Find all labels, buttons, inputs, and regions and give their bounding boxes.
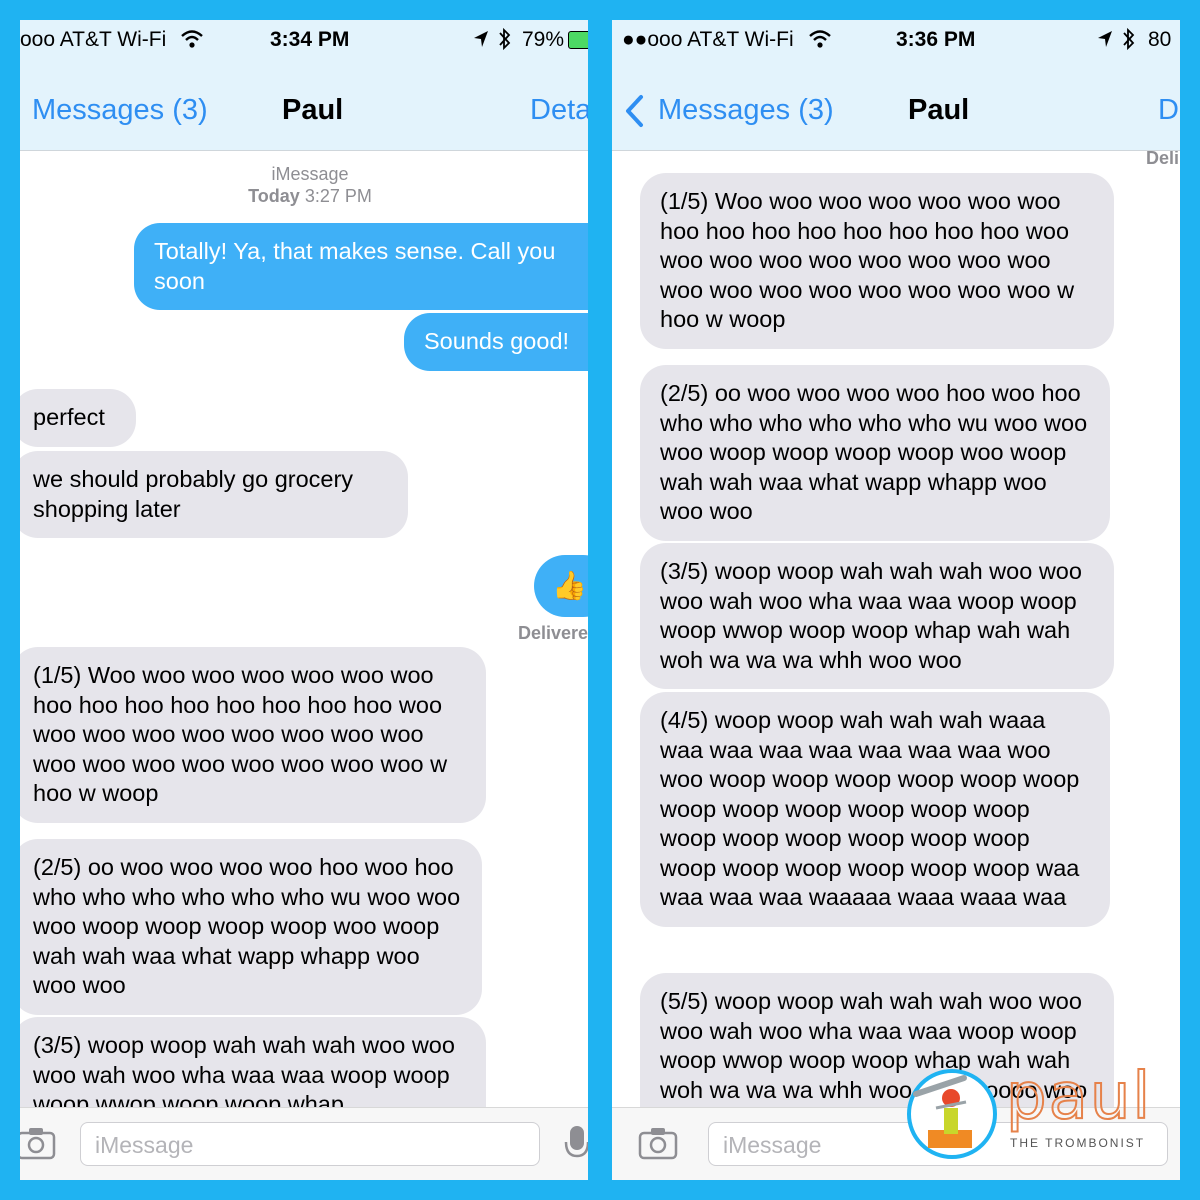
logo-tagline: THE TROMBONIST — [1010, 1136, 1146, 1150]
delivered-label: Deli — [1146, 151, 1180, 168]
time-label: 3:27 PM — [304, 186, 372, 206]
microphone-icon[interactable] — [564, 1124, 588, 1162]
chevron-left-icon[interactable] — [624, 94, 644, 128]
details-button[interactable]: Deta — [530, 94, 588, 127]
trombonist-avatar-icon — [907, 1069, 997, 1159]
battery-percent: 79% — [522, 28, 565, 51]
location-arrow-icon — [474, 31, 488, 47]
camera-icon[interactable] — [20, 1126, 56, 1160]
camera-icon[interactable] — [638, 1126, 678, 1160]
message-thread[interactable]: iMessage Today 3:27 PM Totally! Ya, that… — [20, 151, 588, 1108]
conversation-title: Paul — [908, 94, 970, 126]
thumbs-up-message[interactable]: 👍 — [534, 555, 588, 617]
delivered-label: Delivere — [518, 623, 588, 643]
message-bubble-incoming[interactable]: (4/5) woop woop wah wah wah waaa waa waa… — [640, 692, 1110, 927]
day-label: Today — [248, 186, 300, 206]
location-arrow-icon — [1098, 31, 1112, 47]
thread-timestamp: iMessage Today 3:27 PM — [210, 163, 410, 207]
message-bubble-outgoing[interactable]: Totally! Ya, that makes sense. Call you … — [134, 223, 588, 310]
message-bubble-outgoing[interactable]: Sounds good! — [404, 313, 588, 371]
nav-bar: Messages (3) Paul Deta — [20, 60, 588, 151]
carrier-label: ●●ooo AT&T Wi-Fi — [622, 28, 794, 51]
status-bar: ●●ooo AT&T Wi-Fi 3:36 PM 80 — [612, 20, 1180, 60]
logo-word: paul — [1005, 1060, 1153, 1134]
message-bubble-incoming[interactable]: (3/5) woop woop wah wah wah woo woo woo … — [640, 543, 1114, 689]
message-bubble-incoming[interactable]: (3/5) woop woop wah wah wah woo woo woo … — [20, 1017, 486, 1108]
bluetooth-icon — [1123, 27, 1135, 51]
message-bubble-incoming[interactable]: (2/5) oo woo woo woo woo hoo woo hoo who… — [640, 365, 1110, 541]
message-input-placeholder: iMessage — [95, 1132, 194, 1158]
message-thread[interactable]: Deli (1/5) Woo woo woo woo woo woo woo h… — [612, 151, 1180, 1108]
wifi-icon — [809, 30, 831, 48]
message-input-placeholder: iMessage — [723, 1132, 822, 1158]
status-bar: ooo AT&T Wi-Fi 3:34 PM 79% — [20, 20, 588, 60]
message-bubble-incoming[interactable]: perfect — [20, 389, 136, 447]
nav-bar: Messages (3) Paul D — [612, 60, 1180, 151]
service-label: iMessage — [271, 164, 349, 184]
bluetooth-icon — [499, 27, 511, 51]
details-button[interactable]: D — [1158, 94, 1179, 127]
thumbs-up-icon: 👍 — [552, 570, 587, 601]
battery-icon — [568, 31, 588, 49]
screenshot-right: ●●ooo AT&T Wi-Fi 3:36 PM 80 Messages (3)… — [612, 20, 1180, 1180]
compose-bar: iMessage — [20, 1107, 588, 1180]
clock: 3:36 PM — [896, 28, 976, 51]
message-bubble-incoming[interactable]: we should probably go grocery shopping l… — [20, 451, 408, 538]
screenshot-left: ooo AT&T Wi-Fi 3:34 PM 79% Messages (3) … — [20, 20, 588, 1180]
conversation-title: Paul — [282, 94, 344, 126]
carrier-label: ooo AT&T Wi-Fi — [20, 28, 167, 51]
wifi-icon — [181, 30, 203, 48]
battery-percent: 80 — [1148, 28, 1172, 51]
message-bubble-incoming[interactable]: (2/5) oo woo woo woo woo hoo woo hoo who… — [20, 839, 482, 1015]
message-input[interactable]: iMessage — [80, 1122, 540, 1166]
paul-the-trombonist-logo: paul THE TROMBONIST — [906, 1061, 1176, 1168]
back-button[interactable]: Messages (3) — [658, 94, 834, 127]
clock: 3:34 PM — [270, 28, 350, 51]
message-bubble-incoming[interactable]: (1/5) Woo woo woo woo woo woo woo hoo ho… — [20, 647, 486, 823]
message-bubble-incoming[interactable]: (1/5) Woo woo woo woo woo woo woo hoo ho… — [640, 173, 1114, 349]
back-button[interactable]: Messages (3) — [32, 94, 208, 127]
